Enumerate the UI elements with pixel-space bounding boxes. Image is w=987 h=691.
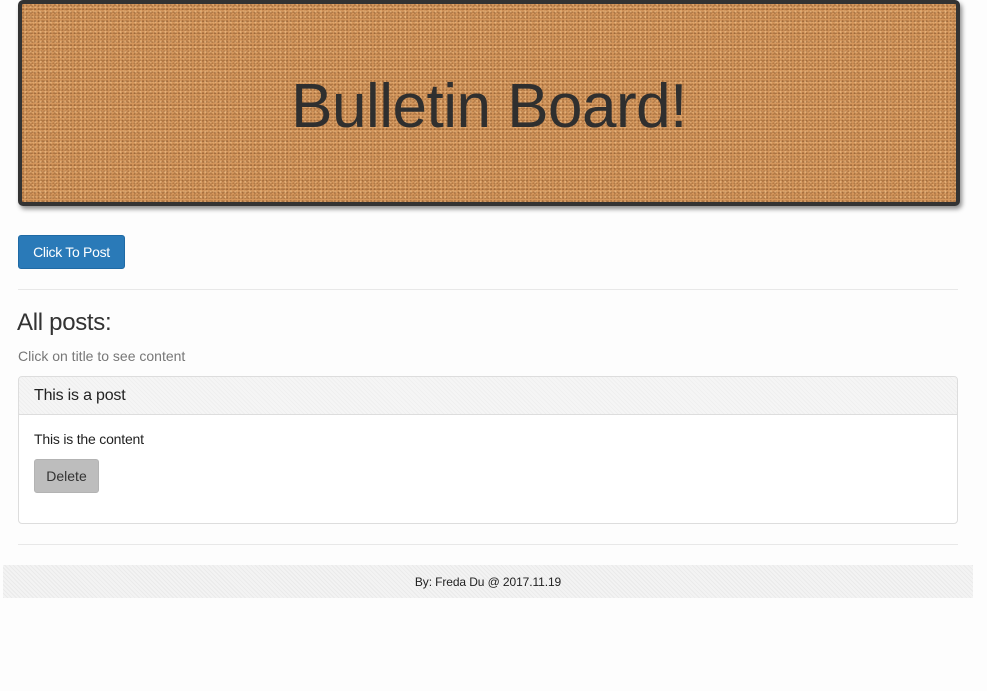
delete-button[interactable]: Delete xyxy=(34,459,99,493)
footer-credit: By: Freda Du @ 2017.11.19 xyxy=(414,574,562,589)
post-content: This is the content xyxy=(34,431,144,447)
posts-section-title: All posts: xyxy=(17,309,112,336)
divider xyxy=(18,544,958,545)
footer: By: Freda Du @ 2017.11.19 xyxy=(3,565,973,598)
bulletin-board-banner: Bulletin Board! xyxy=(18,0,960,206)
post-panel: This is a post This is the content Delet… xyxy=(18,376,958,524)
post-title-toggle[interactable]: This is a post xyxy=(19,377,957,415)
posts-hint: Click on title to see content xyxy=(18,348,186,364)
page: Bulletin Board! Click To Post All posts:… xyxy=(0,0,987,691)
post-title: This is a post xyxy=(34,386,126,404)
divider xyxy=(18,289,958,290)
click-to-post-button[interactable]: Click To Post xyxy=(18,235,125,269)
banner-title: Bulletin Board! xyxy=(291,71,687,141)
post-body: This is the content Delete xyxy=(19,415,957,509)
